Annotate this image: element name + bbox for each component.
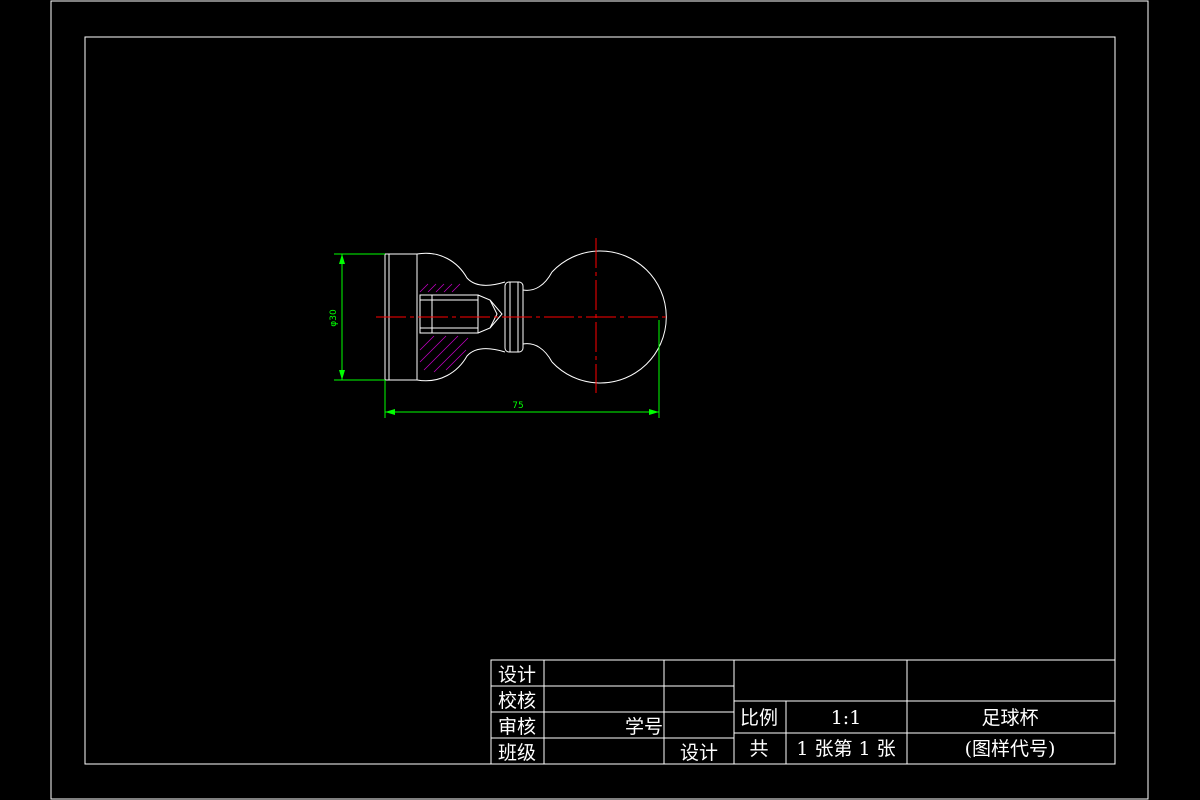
inner-bore [419,294,479,334]
label-review: 审核 [498,716,536,738]
neck-profile-bottom [416,348,506,382]
label-design: 设计 [498,664,536,686]
outer-frame [50,0,1149,800]
label-design-2: 设计 [680,742,718,764]
length-dimension-text: 75 [512,401,523,411]
neck-profile-top [416,252,506,286]
height-dimension-text: φ30 [329,309,339,327]
scale-value: 1:1 [831,707,862,729]
label-proofread: 校核 [498,690,536,712]
part-name: 足球杯 [981,707,1038,729]
sheet-count: 1 张第 1 张 [796,738,895,760]
inner-border [84,36,1116,765]
label-student-no: 学号 [625,716,663,738]
label-total: 共 [749,738,768,760]
cad-drawing-canvas: φ30 75 设计 校核 审核 班级 学号 设计 比例 共 1:1 1 张第 1… [50,0,1149,800]
label-scale: 比例 [740,707,778,729]
label-class: 班级 [498,742,536,764]
dimensions [334,253,660,418]
drawing-number: (图样代号) [965,738,1056,760]
